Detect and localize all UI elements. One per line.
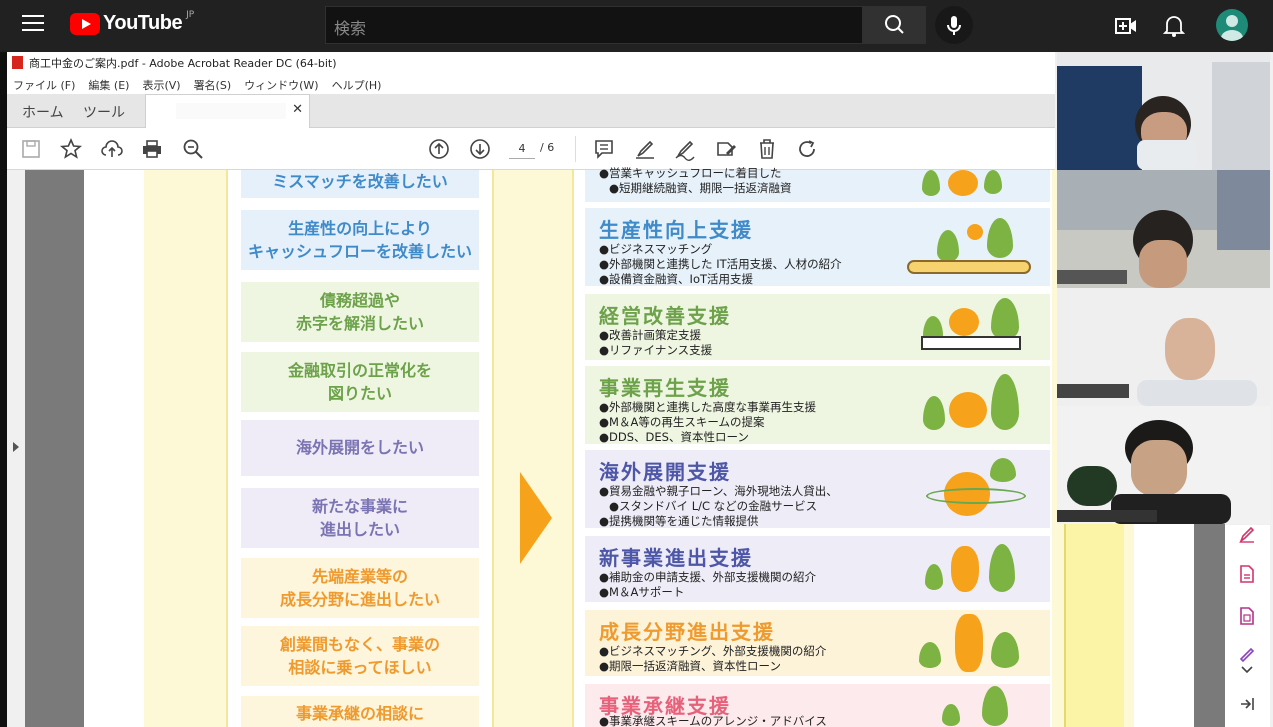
need-item: 債務超過や 赤字を解消したい [241,282,479,342]
delete-icon[interactable] [755,137,779,161]
support-title: 新事業進出支援 [599,546,753,570]
country-code: JP [186,9,195,20]
edit-pdf-icon[interactable] [1239,525,1255,544]
tab-document[interactable]: ✕ [145,94,310,129]
mascot-illustration [919,298,1029,356]
window-title: 商工中金のご案内.pdf - Adobe Acrobat Reader DC (… [29,57,337,70]
menu-file[interactable]: ファイル (F) [13,74,75,94]
youtube-wordmark: YouTube [103,12,183,34]
tab-bar: ホーム ツール ✕ [7,94,1055,129]
voice-search-button[interactable] [935,6,973,44]
need-item: 生産性の向上により キャッシュフローを改善したい [241,210,479,270]
search-input[interactable]: 検索 [325,6,863,44]
youtube-top-bar: YouTube JP 検索 [0,0,1273,52]
support-title: 海外展開支援 [599,460,731,484]
page-number-input[interactable]: 4 [509,139,535,159]
toolbar: 4 / 6 [7,128,1055,170]
need-item: ミスマッチを改善したい [241,170,479,198]
participant-video[interactable] [1057,170,1270,288]
document-area[interactable]: ミスマッチを改善したい 生産性の向上により キャッシュフローを改善したい 債務超過… [7,166,1225,727]
need-item: 海外展開をしたい [241,420,479,476]
rotate-icon[interactable] [795,137,819,161]
export-pdf-icon[interactable] [1239,565,1255,583]
need-item: 創業間もなく、事業の 相談に乗ってほしい [241,626,479,686]
tab-home[interactable]: ホーム [22,94,64,128]
tools-sidebar [1225,525,1270,727]
bell-icon[interactable] [1162,14,1186,38]
upload-cloud-icon[interactable] [100,137,124,161]
collapse-panel-icon[interactable] [1239,695,1255,713]
chevron-down-icon[interactable] [1239,661,1255,679]
expand-arrow-icon [13,442,19,452]
save-icon[interactable] [19,137,43,161]
document-tab-label [176,103,286,119]
mascot-illustration [919,614,1029,674]
youtube-logo[interactable]: YouTube JP [70,9,195,35]
support-title: 成長分野進出支援 [599,620,775,644]
mascot-illustration [897,214,1037,280]
mascot-illustration [922,170,1022,200]
zoom-out-icon[interactable] [181,137,205,161]
toolbar-divider [575,136,576,162]
support-title: 事業再生支援 [599,376,731,400]
menu-sign[interactable]: 署名(S) [194,74,232,94]
menu-icon[interactable] [22,15,44,35]
highlight-pen-icon[interactable] [633,137,657,161]
mascot-illustration [942,686,1022,727]
stamp-edit-icon[interactable] [714,137,738,161]
draw-pen-icon[interactable] [673,137,697,161]
previous-page-icon[interactable] [427,137,451,161]
flow-arrow-icon [520,472,552,564]
menu-bar: ファイル (F) 編集 (E) 表示(V) 署名(S) ウィンドウ(W) ヘルプ… [7,74,1055,94]
mascot-illustration [923,374,1023,440]
comment-icon[interactable] [592,137,616,161]
next-page-icon[interactable] [468,137,492,161]
support-title: 生産性向上支援 [599,218,753,242]
need-item: 新たな事業に 進出したい [241,488,479,548]
window-title-bar: 商工中金のご案内.pdf - Adobe Acrobat Reader DC (… [7,52,1055,74]
search-button[interactable] [863,6,926,44]
participant-video[interactable] [1057,52,1270,170]
create-pdf-icon[interactable] [1239,607,1255,625]
support-title: 経営改善支援 [599,304,731,328]
mascot-illustration [925,540,1025,600]
participant-video[interactable] [1057,288,1270,406]
bookmark-star-icon[interactable] [59,137,83,161]
need-item: 金融取引の正常化を 図りたい [241,352,479,412]
search-icon [885,15,904,34]
menu-edit[interactable]: 編集 (E) [88,74,129,94]
mascot-illustration [922,458,1032,524]
close-tab-icon[interactable]: ✕ [292,102,303,117]
page-total: / 6 [540,141,555,154]
participant-video[interactable] [1057,406,1270,524]
youtube-play-icon [70,12,100,35]
menu-help[interactable]: ヘルプ(H) [332,74,382,94]
menu-view[interactable]: 表示(V) [142,74,180,94]
create-icon[interactable] [1115,15,1137,37]
left-panel-toggle[interactable] [7,170,25,727]
menu-window[interactable]: ウィンドウ(W) [244,74,318,94]
print-icon[interactable] [140,137,164,161]
need-item: 先端産業等の 成長分野に進出したい [241,558,479,618]
mic-icon [947,16,961,35]
need-item: 事業承継の相談に [241,696,479,727]
avatar[interactable] [1216,9,1248,41]
tab-tools[interactable]: ツール [83,94,125,128]
pdf-icon [12,56,23,69]
